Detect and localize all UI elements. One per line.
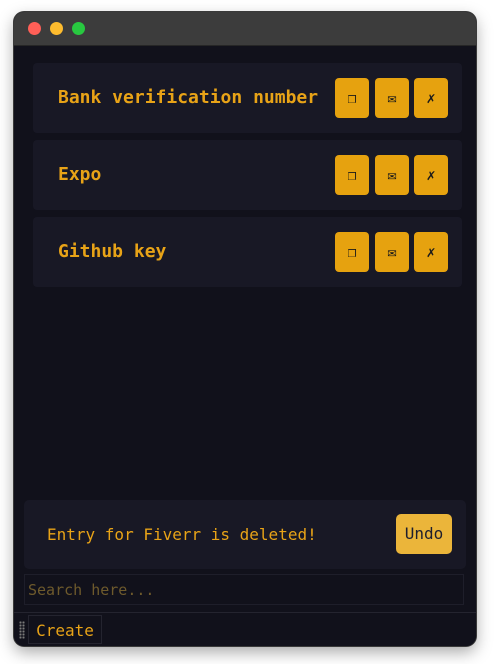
toast-message: Entry for Fiverr is deleted! (47, 525, 317, 544)
copy-icon[interactable]: ❐ (335, 78, 369, 118)
copy-icon[interactable]: ❐ (335, 155, 369, 195)
mail-icon[interactable]: ✉ (375, 78, 409, 118)
bottom-bar: Create (14, 612, 476, 646)
window-close-button[interactable] (28, 22, 41, 35)
window-minimize-button[interactable] (50, 22, 63, 35)
deleted-toast: Entry for Fiverr is deleted! Undo (24, 500, 466, 569)
delete-icon[interactable]: ✗ (414, 232, 448, 272)
drag-handle-icon[interactable] (19, 621, 25, 639)
entry-list: Bank verification number ❐ ✉ ✗ Expo ❐ ✉ … (33, 63, 462, 294)
delete-icon[interactable]: ✗ (414, 155, 448, 195)
search-input[interactable] (24, 574, 464, 605)
undo-button[interactable]: Undo (396, 514, 452, 554)
mail-icon[interactable]: ✉ (375, 155, 409, 195)
delete-icon[interactable]: ✗ (414, 78, 448, 118)
entry-label: Bank verification number (58, 87, 319, 108)
title-bar[interactable] (14, 12, 476, 46)
entry-label: Expo (58, 164, 102, 185)
create-button[interactable]: Create (28, 615, 102, 644)
window-maximize-button[interactable] (72, 22, 85, 35)
mail-icon[interactable]: ✉ (375, 232, 409, 272)
app-window: Bank verification number ❐ ✉ ✗ Expo ❐ ✉ … (14, 12, 476, 646)
entry-row: Bank verification number ❐ ✉ ✗ (33, 63, 462, 133)
entry-row: Expo ❐ ✉ ✗ (33, 140, 462, 210)
copy-icon[interactable]: ❐ (335, 232, 369, 272)
entry-row: Github key ❐ ✉ ✗ (33, 217, 462, 287)
entry-label: Github key (58, 241, 167, 262)
